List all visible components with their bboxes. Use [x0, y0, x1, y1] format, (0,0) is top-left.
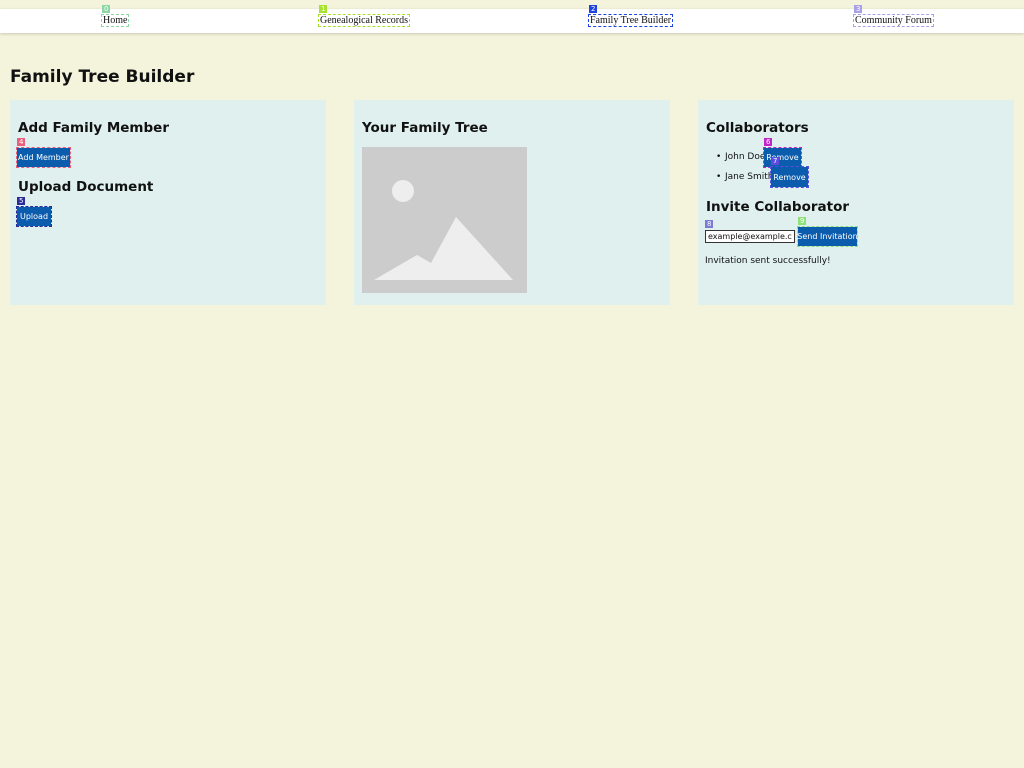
remove-button-label: Remove: [773, 172, 806, 182]
add-family-member-heading: Add Family Member: [18, 120, 169, 136]
top-navbar: 0 Home 1 Genealogical Records 2 Family T…: [0, 5, 1024, 33]
send-invitation-button-label: Send Invitation: [797, 232, 858, 241]
upload-button-label: Upload: [19, 212, 49, 221]
collaborator-item: • John Doe: [716, 151, 765, 163]
collaborators-panel: Collaborators • John Doe • Jane Smith 6 Re…: [698, 100, 1014, 305]
element-marker: 4: [17, 138, 26, 146]
nav-link-genealogical-records[interactable]: 1 Genealogical Records: [317, 5, 411, 27]
element-marker: 6: [764, 138, 773, 146]
collaborator-name: John Doe: [725, 152, 766, 162]
nav-link-community-forum-label: Community Forum: [855, 15, 932, 26]
element-marker: 3: [854, 5, 863, 13]
upload-document-heading: Upload Document: [18, 179, 154, 195]
send-invitation-button[interactable]: 9 Send Invitation: [797, 217, 858, 247]
invite-email-input[interactable]: [705, 230, 795, 243]
nav-link-genealogical-records-label: Genealogical Records: [320, 15, 409, 26]
family-tree-panel: Your Family Tree: [354, 100, 670, 305]
element-marker: 9: [798, 217, 807, 225]
collaborator-item: • Jane Smith: [716, 171, 774, 183]
invitation-status-message: Invitation sent successfully!: [705, 256, 831, 266]
nav-link-home[interactable]: 0 Home: [100, 5, 130, 27]
collaborators-heading: Collaborators: [706, 120, 809, 136]
element-marker: 0: [102, 5, 111, 13]
email-field-marker-wrap: 8: [705, 220, 795, 230]
list-bullet: •: [716, 152, 722, 162]
element-marker: 1: [319, 5, 328, 13]
collaborator-name: Jane Smith: [725, 172, 774, 182]
page-title: Family Tree Builder: [10, 67, 195, 87]
add-member-panel: Add Family Member 4 Add Member Upload Do…: [10, 100, 326, 305]
nav-link-home-label: Home: [103, 15, 128, 26]
nav-link-family-tree-builder[interactable]: 2 Family Tree Builder: [587, 5, 674, 27]
remove-collaborator-button[interactable]: 7 Remove: [770, 157, 809, 188]
remove-collaborator-button[interactable]: 6 Remove: [763, 138, 802, 168]
list-bullet: •: [716, 172, 722, 182]
element-marker: 8: [705, 220, 714, 228]
your-family-tree-heading: Your Family Tree: [362, 120, 488, 136]
element-marker: 7: [771, 157, 780, 165]
upload-button[interactable]: 5 Upload: [16, 197, 52, 227]
element-marker: 2: [589, 5, 598, 13]
element-marker: 5: [17, 197, 26, 205]
add-member-button[interactable]: 4 Add Member: [16, 138, 71, 168]
image-placeholder-icon: [362, 147, 527, 293]
family-tree-image: [362, 147, 527, 293]
invite-collaborator-heading: Invite Collaborator: [706, 199, 850, 215]
nav-link-family-tree-builder-label: Family Tree Builder: [590, 15, 672, 26]
add-member-button-label: Add Member: [18, 153, 69, 162]
nav-link-community-forum[interactable]: 3 Community Forum: [853, 5, 934, 27]
